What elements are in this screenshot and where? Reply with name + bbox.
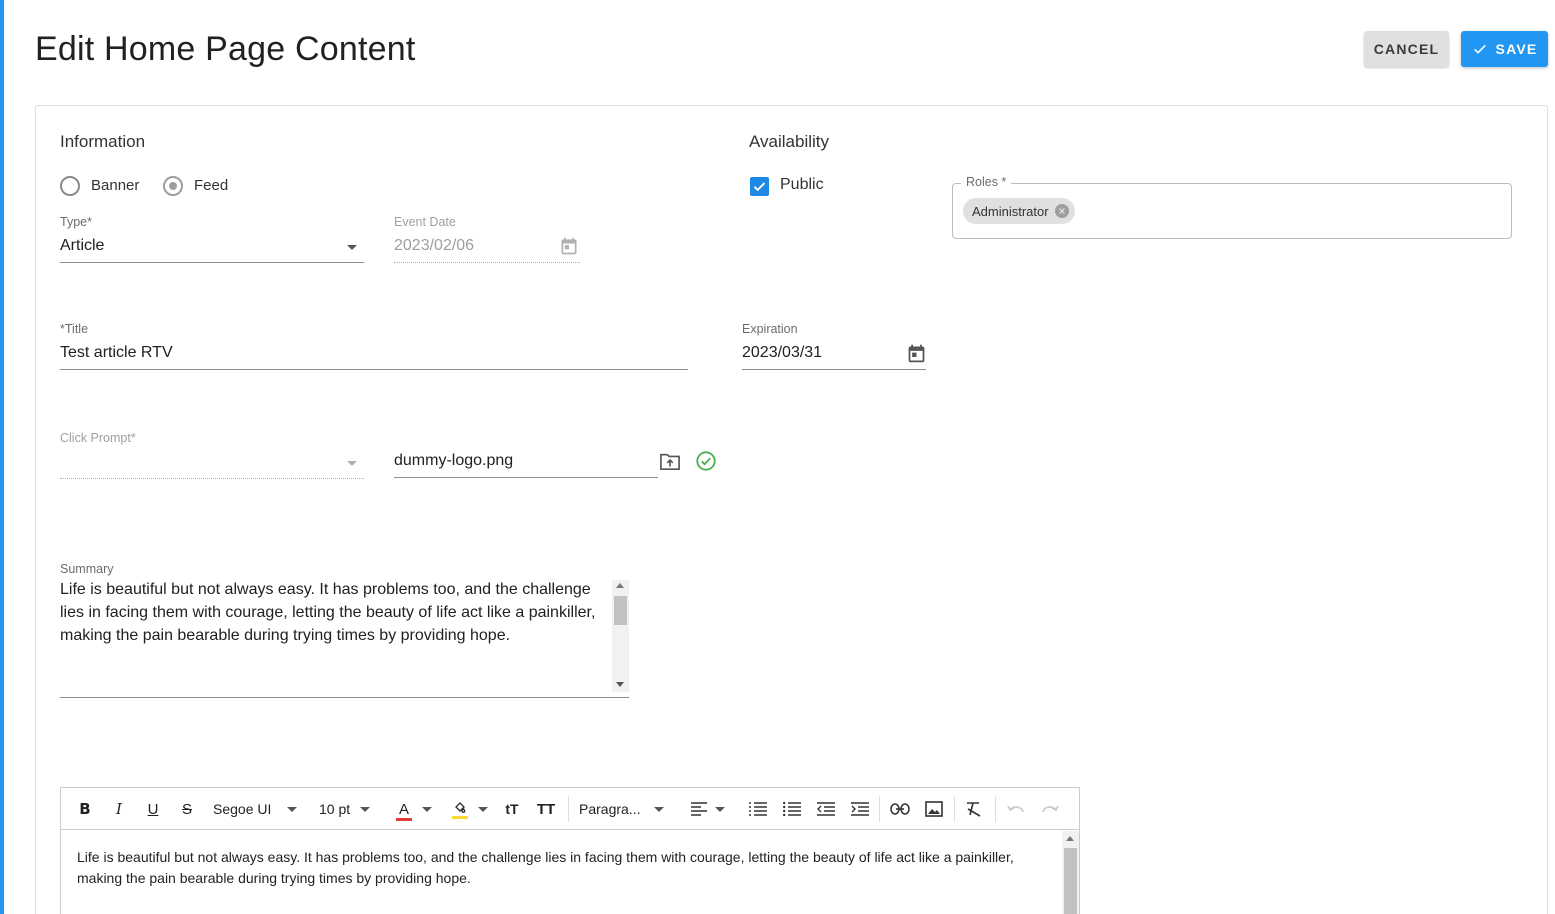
save-button-label: SAVE — [1495, 41, 1538, 57]
type-value: Article — [60, 237, 105, 254]
toolbar-separator — [995, 796, 996, 822]
check-icon — [753, 182, 766, 192]
type-label: Type* — [60, 215, 92, 229]
calendar-icon[interactable] — [906, 343, 927, 364]
align-left-icon — [691, 802, 707, 816]
check-circle-icon — [696, 451, 716, 471]
role-chip-administrator[interactable]: Administrator — [963, 198, 1075, 224]
title-input[interactable]: Test article RTV — [60, 341, 688, 370]
title-underline — [60, 369, 688, 370]
link-icon[interactable] — [887, 788, 913, 830]
image-icon[interactable] — [921, 788, 947, 830]
ordered-list-icon[interactable] — [745, 788, 771, 830]
click-prompt-underline — [60, 478, 364, 479]
chevron-down-icon — [478, 806, 488, 812]
expiration-field[interactable]: 2023/03/31 — [742, 341, 926, 370]
calendar-icon[interactable] — [559, 236, 579, 256]
file-name: dummy-logo.png — [394, 452, 514, 469]
left-accent-bar — [0, 0, 4, 914]
align-button[interactable] — [685, 788, 731, 830]
roles-label: Roles * — [961, 175, 1012, 189]
undo-icon[interactable] — [1003, 788, 1029, 830]
radio-banner-label: Banner — [91, 177, 140, 194]
chevron-down-icon — [287, 806, 298, 812]
block-format-value: Paragra... — [579, 801, 641, 817]
toolbar-separator — [954, 796, 955, 822]
close-icon[interactable] — [1054, 204, 1069, 218]
public-checkbox[interactable] — [750, 177, 769, 196]
role-chip-label: Administrator — [972, 203, 1049, 219]
cancel-button[interactable]: CANCEL — [1364, 31, 1449, 67]
type-select[interactable]: Article — [60, 234, 364, 263]
click-prompt-label: Click Prompt* — [60, 431, 136, 445]
click-prompt-select[interactable] — [60, 450, 364, 479]
font-family-select[interactable]: Segoe UI — [207, 788, 303, 830]
chevron-down-icon — [715, 806, 725, 812]
chevron-down-icon — [360, 806, 371, 812]
chevron-down-icon — [422, 806, 432, 812]
editor-scrollbar-thumb[interactable] — [1064, 848, 1077, 914]
summary-underline — [60, 697, 629, 698]
event-date-underline — [394, 262, 580, 263]
expiration-value: 2023/03/31 — [742, 344, 823, 361]
editor-toolbar: B I U S Segoe UI 10 pt A tT TT Paragra..… — [61, 788, 1079, 830]
underline-icon[interactable]: U — [141, 788, 165, 830]
event-date-label: Event Date — [394, 215, 456, 229]
summary-label: Summary — [60, 562, 114, 576]
scroll-down-arrow-icon[interactable] — [616, 682, 624, 687]
event-date-field[interactable]: 2023/02/06 — [394, 234, 580, 263]
font-scale-icon[interactable]: tT — [499, 788, 525, 830]
page-root: Edit Home Page Content CANCEL SAVE Infor… — [0, 0, 1555, 914]
highlight-icon — [452, 799, 468, 819]
chevron-down-icon — [347, 245, 357, 250]
availability-heading: Availability — [749, 132, 830, 151]
radio-feed-circle[interactable] — [163, 176, 183, 196]
text-color-button[interactable]: A — [391, 788, 437, 830]
page-title: Edit Home Page Content — [35, 30, 416, 68]
file-underline — [394, 477, 658, 478]
expiration-underline — [742, 369, 926, 370]
redo-icon[interactable] — [1037, 788, 1063, 830]
bullet-list-icon[interactable] — [779, 788, 805, 830]
summary-scrollbar-thumb[interactable] — [614, 596, 627, 625]
font-family-value: Segoe UI — [213, 801, 272, 817]
radio-banner-circle[interactable] — [60, 176, 80, 196]
editor-content[interactable]: Life is beautiful but not always easy. I… — [77, 847, 1037, 889]
text-color-icon: A — [396, 801, 412, 821]
folder-upload-icon[interactable] — [659, 451, 681, 471]
title-label: *Title — [60, 322, 89, 336]
chevron-down-icon — [347, 461, 357, 466]
scroll-up-arrow-icon[interactable] — [1066, 836, 1074, 841]
toolbar-separator — [568, 796, 569, 822]
radio-feed-label: Feed — [194, 177, 229, 194]
summary-textarea[interactable]: Life is beautiful but not always easy. I… — [60, 578, 608, 647]
public-label: Public — [780, 176, 824, 193]
indent-icon[interactable] — [847, 788, 873, 830]
font-size-select[interactable]: 10 pt — [313, 788, 381, 830]
block-format-select[interactable]: Paragra... — [573, 788, 673, 830]
text-transform-icon[interactable]: TT — [533, 788, 559, 830]
type-underline — [60, 262, 364, 263]
clear-format-icon[interactable] — [961, 788, 987, 830]
italic-icon[interactable]: I — [107, 788, 131, 830]
font-size-value: 10 pt — [319, 801, 351, 817]
highlight-color-button[interactable] — [447, 788, 493, 830]
outdent-icon[interactable] — [813, 788, 839, 830]
scroll-up-arrow-icon[interactable] — [616, 583, 624, 588]
file-input[interactable]: dummy-logo.png — [394, 449, 658, 478]
save-button[interactable]: SAVE — [1461, 31, 1548, 67]
chevron-down-icon — [654, 806, 665, 812]
check-icon — [1473, 44, 1486, 54]
expiration-label: Expiration — [742, 322, 798, 336]
strikethrough-icon[interactable]: S — [175, 788, 199, 830]
information-heading: Information — [60, 132, 146, 151]
event-date-value: 2023/02/06 — [394, 237, 475, 254]
title-value: Test article RTV — [60, 344, 173, 361]
bold-icon[interactable]: B — [73, 788, 97, 830]
toolbar-separator — [879, 796, 880, 822]
